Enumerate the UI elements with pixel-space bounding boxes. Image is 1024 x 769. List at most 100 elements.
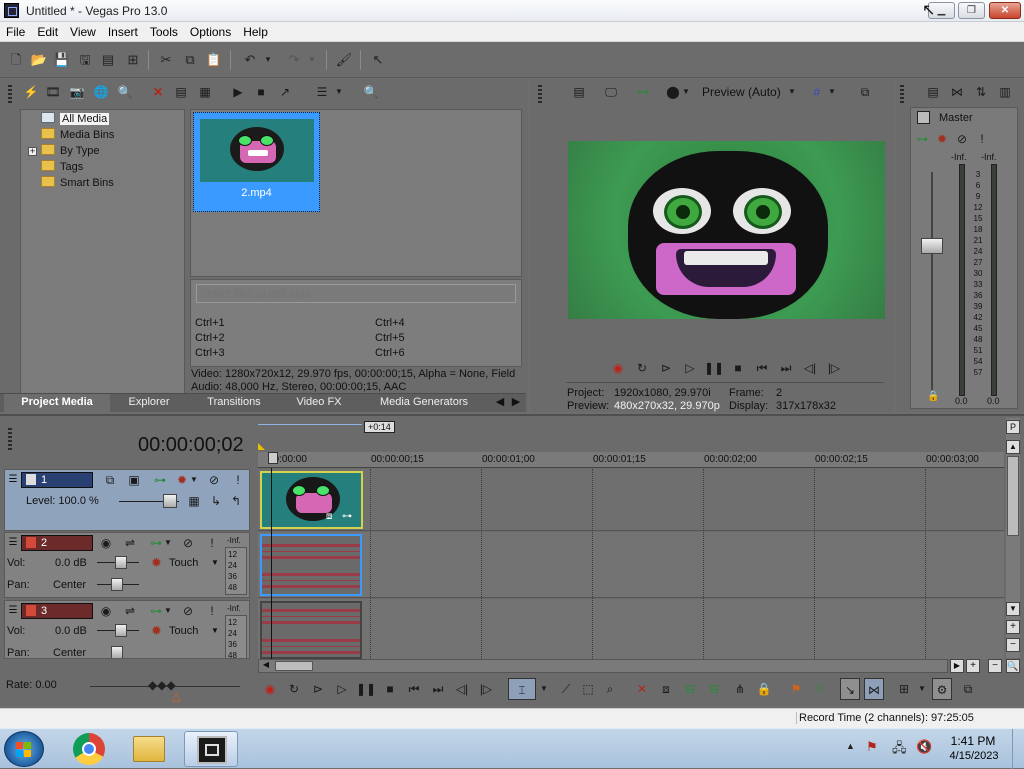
volume-slider-handle[interactable]: [115, 556, 127, 569]
save-icon[interactable]: 💾: [52, 50, 72, 70]
track-fx-dropdown-icon[interactable]: ▼: [163, 602, 173, 620]
split-screen-dropdown-icon[interactable]: ▼: [680, 83, 692, 101]
scroll-right-icon[interactable]: ▶: [950, 659, 964, 673]
new-project-icon[interactable]: 🗋: [6, 50, 26, 70]
preview-quality-select[interactable]: Preview (Auto): [702, 85, 781, 99]
timeline-horizontal-scrollbar[interactable]: ◀: [258, 659, 948, 673]
menu-help[interactable]: Help: [237, 22, 274, 39]
show-hidden-icons-icon[interactable]: ▲: [846, 741, 855, 751]
tree-item-tags[interactable]: Tags: [41, 160, 83, 175]
pause-button[interactable]: ❚❚: [704, 357, 724, 379]
tag-shortcut-1[interactable]: Ctrl+1: [195, 317, 225, 329]
edit-tool-dropdown-icon[interactable]: ▼: [538, 678, 550, 700]
composite-child-icon[interactable]: ▦: [185, 492, 203, 510]
overlays-icon[interactable]: #: [808, 83, 826, 101]
copy-snapshot-icon[interactable]: ⧉: [856, 83, 874, 101]
stop-preview-icon[interactable]: ■: [252, 83, 270, 101]
media-properties-icon[interactable]: ▤: [172, 83, 190, 101]
invert-phase-icon[interactable]: ⇌: [121, 602, 139, 620]
undo-icon[interactable]: ↶: [240, 50, 260, 70]
automation-dropdown-icon[interactable]: ▼: [211, 626, 219, 635]
volume-slider-handle[interactable]: [115, 624, 127, 637]
master-solo-icon[interactable]: !: [973, 130, 991, 148]
menu-insert[interactable]: Insert: [102, 22, 144, 39]
ignore-grouping-button[interactable]: ⊞: [894, 678, 914, 700]
timeline-loop-button[interactable]: ↻: [284, 678, 304, 700]
track-minimize-icon[interactable]: ☰: [7, 604, 19, 618]
track-minimize-icon[interactable]: ☰: [7, 536, 19, 550]
track-fx-icon[interactable]: ⊶: [151, 471, 169, 489]
master-bus-fx-icon[interactable]: ✹: [933, 130, 951, 148]
remove-media-icon[interactable]: ✕: [149, 83, 167, 101]
redo-icon[interactable]: ↷: [284, 50, 304, 70]
zoom-icon[interactable]: 🔍: [362, 83, 380, 101]
menu-view[interactable]: View: [64, 22, 102, 39]
volume-muted-icon[interactable]: 🔇: [916, 739, 932, 755]
tree-item-all-media[interactable]: All Media: [41, 112, 110, 127]
downmix-icon[interactable]: ⋈: [948, 83, 966, 101]
trim-button[interactable]: ⧈: [656, 678, 676, 700]
trim-end-button[interactable]: ⊟: [704, 678, 724, 700]
network-icon[interactable]: 🖧: [892, 739, 907, 761]
solo-icon[interactable]: !: [229, 471, 247, 489]
audio-event-track-3[interactable]: [260, 601, 362, 659]
tab-scroll-left-icon[interactable]: ◀: [492, 394, 508, 412]
go-to-end-button[interactable]: ⏭: [776, 357, 796, 379]
loop-playback-button[interactable]: ↻: [632, 357, 652, 379]
external-monitor-icon[interactable]: 🖵: [602, 83, 620, 101]
play-from-start-button[interactable]: ⊳: [656, 357, 676, 379]
zoom-in-time-icon[interactable]: +: [966, 659, 980, 673]
record-button[interactable]: ◉: [608, 357, 628, 379]
show-desktop-button[interactable]: [1012, 729, 1024, 769]
start-button[interactable]: [4, 731, 44, 767]
timeline-vertical-scrollbar[interactable]: P ▲ ▼ + −: [1006, 418, 1020, 658]
chrome-taskbar-button[interactable]: [62, 731, 116, 767]
media-thumbnail-2mp4[interactable]: 2.mp4: [193, 112, 320, 212]
tag-shortcut-3[interactable]: Ctrl+3: [195, 347, 225, 359]
dim-output-icon[interactable]: ⇅: [972, 83, 990, 101]
tag-shortcut-2[interactable]: Ctrl+2: [195, 332, 225, 344]
play-preview-icon[interactable]: ▶: [229, 83, 247, 101]
automation-icon[interactable]: ✹: [151, 623, 162, 639]
views-icon[interactable]: ☰: [313, 83, 331, 101]
video-event-2mp4[interactable]: ⧈ ⊶: [260, 471, 363, 529]
zoom-tool-icon[interactable]: 🔍: [1006, 659, 1020, 673]
automation-icon[interactable]: ✹: [151, 555, 162, 571]
media-fx-icon[interactable]: ▦: [196, 83, 214, 101]
pan-slider-handle[interactable]: [111, 578, 123, 591]
tab-video-fx[interactable]: Video FX: [282, 394, 356, 412]
tab-project-media[interactable]: Project Media: [4, 394, 110, 412]
vegas-taskbar-button[interactable]: [184, 731, 238, 767]
copy-icon[interactable]: ⧉: [180, 50, 200, 70]
master-lock-icon[interactable]: 🔒: [927, 391, 939, 402]
menu-edit[interactable]: Edit: [31, 22, 64, 39]
vegas-app-icon[interactable]: [4, 3, 19, 18]
track-bus-dropdown-icon[interactable]: ▼: [189, 471, 199, 489]
get-media-web-icon[interactable]: 🌐: [92, 83, 110, 101]
master-fx-icon[interactable]: ⊶: [913, 130, 931, 148]
auto-ripple-button[interactable]: ↘: [840, 678, 860, 700]
search-media-icon[interactable]: 🔍: [116, 83, 134, 101]
timeline-play-button[interactable]: ▷: [332, 678, 352, 700]
redo-dropdown-icon[interactable]: ▼: [306, 50, 318, 70]
automation-mode[interactable]: Touch: [169, 625, 198, 637]
menu-options[interactable]: Options: [184, 22, 237, 39]
zoom-edit-tool-button[interactable]: ⌕: [600, 678, 620, 700]
views-dropdown-icon[interactable]: ▼: [333, 83, 345, 101]
timeline-stop-button[interactable]: ■: [380, 678, 400, 700]
preview-fx-icon[interactable]: ⊶: [634, 83, 652, 101]
mute-icon[interactable]: ⊘: [205, 471, 223, 489]
compositing-mode-icon[interactable]: ▣: [125, 471, 143, 489]
cut-icon[interactable]: ✂: [156, 50, 176, 70]
timeline-record-button[interactable]: ◉: [260, 678, 280, 700]
master-mute-icon[interactable]: ⊘: [953, 130, 971, 148]
capture-video-icon[interactable]: 🎞: [44, 83, 62, 101]
split-button[interactable]: ⋔: [730, 678, 750, 700]
maximize-button[interactable]: ❐: [958, 2, 985, 19]
zoom-out-tracks-icon[interactable]: −: [1006, 638, 1020, 652]
track-number-box[interactable]: 1: [21, 472, 93, 488]
loop-region-bar[interactable]: [258, 424, 362, 425]
tab-explorer[interactable]: Explorer: [112, 394, 186, 412]
go-to-start-button[interactable]: ⏮: [752, 357, 772, 379]
tab-scroll-right-icon[interactable]: ▶: [508, 394, 524, 412]
